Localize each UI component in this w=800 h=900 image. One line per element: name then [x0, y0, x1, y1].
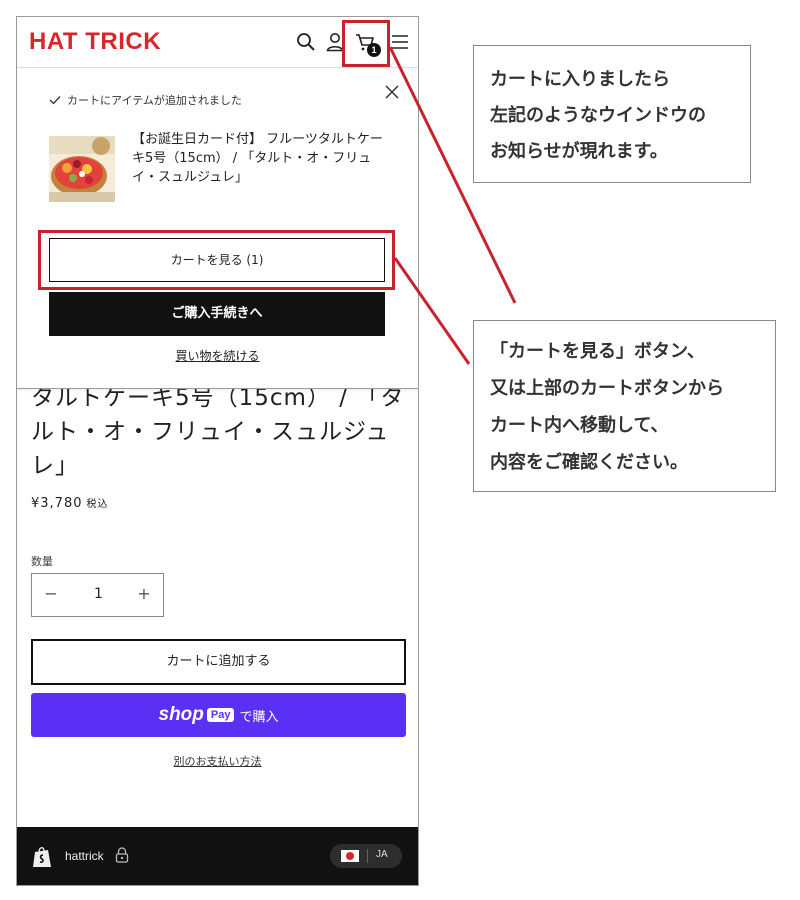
note1-line: 左記のようなウインドウの	[490, 105, 706, 126]
note1-line: カートに入りましたら	[490, 69, 670, 90]
note2-line: 又は上部のカートボタンから	[490, 378, 724, 399]
note2-line: 「カートを見る」ボタン、	[490, 341, 705, 362]
annotation-note-cart: 「カートを見る」ボタン、 又は上部のカートボタンから カート内へ移動して、 内容…	[473, 320, 776, 492]
pointer-line-view-cart	[393, 257, 471, 365]
note1-line: お知らせが現れます。	[490, 141, 668, 162]
note2-line: カート内へ移動して、	[490, 415, 669, 436]
note2-line: 内容をご確認ください。	[490, 452, 688, 473]
annotation-note-popup: カートに入りましたら 左記のようなウインドウの お知らせが現れます。	[473, 45, 751, 183]
